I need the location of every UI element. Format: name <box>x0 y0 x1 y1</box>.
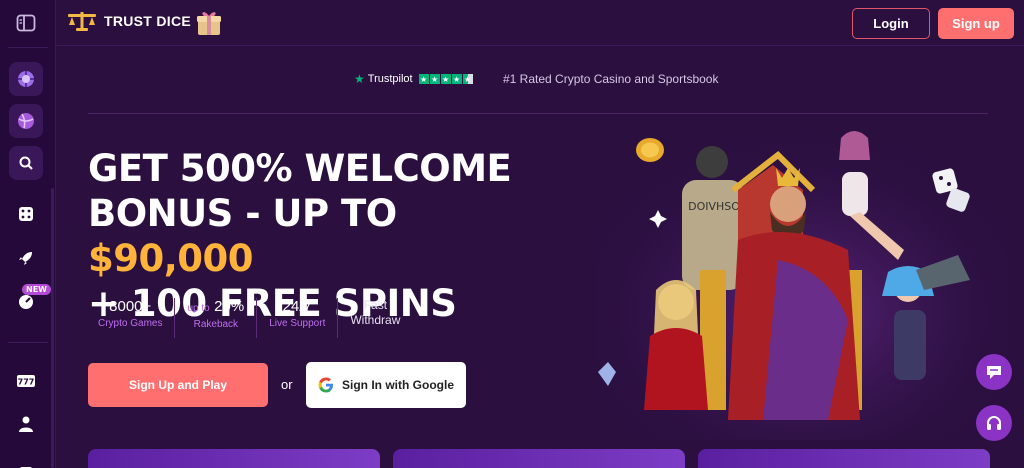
sidebar-search[interactable] <box>9 146 43 180</box>
trustpilot-label: Trustpilot <box>367 73 413 85</box>
top-header: TRUST DICE Login Sign up <box>56 0 1024 46</box>
google-signin-label: Sign In with Google <box>342 378 454 392</box>
stat-rakeback-prefix: up to <box>187 303 210 314</box>
panel-toggle-icon[interactable] <box>9 6 43 40</box>
google-signin-button[interactable]: Sign In with Google <box>306 362 466 408</box>
chat-button[interactable] <box>976 354 1012 390</box>
stat-games: 8000+ Crypto Games <box>90 298 176 338</box>
new-badge: NEW <box>22 284 51 295</box>
stat-support-value: 24/7 <box>282 298 312 315</box>
star-half-icon: ★ <box>462 74 473 84</box>
sidebar-item-casino[interactable] <box>9 62 43 96</box>
or-separator: or <box>281 377 293 392</box>
chat-bubble-icon <box>987 366 1001 379</box>
stat-withdraw-line1: Fast <box>363 298 388 312</box>
sidebar-item-live[interactable] <box>9 407 43 441</box>
sports-ball-icon <box>18 113 34 129</box>
stat-rakeback-value: 20% <box>214 298 245 315</box>
trustpilot-stars: ★ ★ ★ ★ ★ <box>418 74 473 84</box>
promo-card[interactable] <box>698 449 990 468</box>
bonus-amount: $90,000 <box>88 237 254 280</box>
stat-support-label: Live Support <box>269 318 326 329</box>
stat-rakeback-label: Rakeback <box>193 319 239 330</box>
hero-title-line1: GET 500% WELCOME <box>88 147 512 190</box>
search-icon <box>19 156 33 170</box>
promo-card[interactable] <box>393 449 685 468</box>
sidebar: NEW 777 <box>0 0 56 468</box>
live-dealer-icon <box>19 416 33 432</box>
sidebar-item-more[interactable] <box>9 450 43 468</box>
sidebar-divider <box>8 47 48 48</box>
slots-777-icon: 777 <box>17 375 35 387</box>
sidebar-item-crash[interactable] <box>9 241 43 275</box>
promo-card[interactable] <box>88 449 380 468</box>
star-icon: ★ <box>451 74 462 84</box>
logo-text: TRUST DICE <box>104 13 191 29</box>
hero-artwork: DOIVHSO <box>598 120 1008 440</box>
star-icon: ★ <box>429 74 440 84</box>
support-button[interactable] <box>976 405 1012 441</box>
sidebar-item-dice[interactable] <box>9 197 43 231</box>
more-icon <box>20 467 32 468</box>
dice-icon <box>19 207 33 221</box>
google-logo-icon <box>318 377 333 393</box>
casino-chip-icon <box>18 71 34 87</box>
login-button[interactable]: Login <box>852 8 930 39</box>
signup-button[interactable]: Sign up <box>938 8 1014 39</box>
trustdice-logo-icon <box>68 12 96 31</box>
sidebar-scrollbar[interactable] <box>51 188 54 468</box>
sidebar-divider <box>8 342 48 343</box>
logo[interactable]: TRUST DICE <box>66 10 191 32</box>
hero-title-line2-prefix: BONUS - UP TO <box>88 192 397 235</box>
star-icon: ★ <box>418 74 429 84</box>
svg-text:777: 777 <box>18 378 35 387</box>
hero-stats: 8000+ Crypto Games up to 20% Rakeback 24… <box>90 298 412 338</box>
trustpilot-rating[interactable]: ★ Trustpilot ★ ★ ★ ★ ★ <box>354 72 473 86</box>
stat-rakeback: up to 20% Rakeback <box>175 298 258 338</box>
headset-icon <box>987 416 1001 430</box>
star-icon: ★ <box>440 74 451 84</box>
gift-box-icon[interactable] <box>196 8 221 35</box>
stat-withdraw-line2: Withdraw <box>350 313 401 327</box>
stat-withdraw: Fast Withdraw <box>338 298 412 338</box>
sidebar-item-slots[interactable]: 777 <box>9 364 43 398</box>
stat-support: 24/7 Live Support <box>257 298 339 338</box>
gold-coin-icon <box>636 138 664 162</box>
sidebar-item-sports[interactable] <box>9 104 43 138</box>
svg-text:DOIVHSO: DOIVHSO <box>688 200 740 213</box>
hero-title-line2: BONUS - UP TO $90,000 <box>88 191 568 281</box>
stat-games-value: 8000+ <box>109 298 152 315</box>
rated-tagline: #1 Rated Crypto Casino and Sportsbook <box>503 72 719 86</box>
section-divider <box>88 113 988 114</box>
trustpilot-star-icon: ★ <box>354 72 365 86</box>
stat-games-label: Crypto Games <box>98 318 163 329</box>
signup-and-play-button[interactable]: Sign Up and Play <box>88 363 268 407</box>
rocket-icon <box>19 252 32 265</box>
